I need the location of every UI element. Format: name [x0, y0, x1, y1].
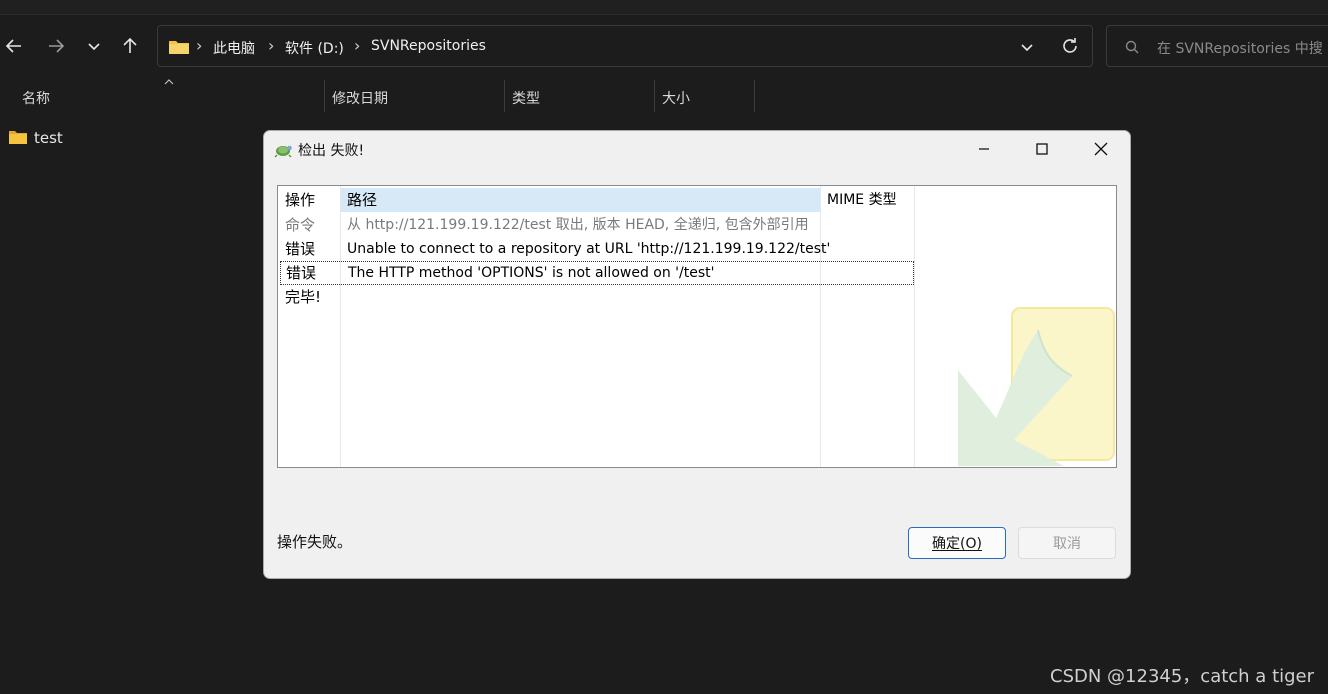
ok-button-label: 确定(O): [932, 536, 982, 552]
breadcrumb-svnrepositories[interactable]: SVNRepositories: [371, 38, 486, 54]
column-header-type[interactable]: 类型: [512, 88, 540, 108]
chevron-down-icon: [88, 43, 100, 51]
column-divider: [914, 186, 915, 467]
ok-button[interactable]: 确定(O): [908, 527, 1006, 559]
back-button[interactable]: [0, 32, 28, 60]
folder-icon: [9, 131, 27, 144]
up-button[interactable]: [116, 32, 144, 60]
column-divider[interactable]: [504, 80, 505, 112]
breadcrumb-this-pc[interactable]: 此电脑: [213, 38, 255, 58]
forward-arrow-icon: [49, 39, 65, 53]
row-action: 错误: [285, 240, 316, 258]
file-list-item[interactable]: test: [8, 126, 248, 150]
status-text: 操作失败。: [277, 533, 353, 551]
row-action: 完毕!: [285, 288, 322, 306]
column-header-path[interactable]: 路径: [341, 188, 820, 212]
result-row[interactable]: 完毕!: [278, 285, 914, 309]
dialog-title: 检出 失败!: [298, 143, 365, 159]
column-header-name[interactable]: 名称: [22, 88, 50, 108]
folder-icon: [169, 41, 189, 54]
breadcrumb-drive-d[interactable]: 软件 (D:): [285, 38, 344, 58]
column-header-mime-type[interactable]: MIME 类型: [827, 188, 897, 212]
success-check-watermark-icon: [958, 307, 1115, 466]
column-divider[interactable]: [324, 80, 325, 112]
back-arrow-icon: [5, 39, 21, 53]
refresh-icon[interactable]: [1061, 37, 1079, 55]
checkout-failed-dialog: 检出 失败! 操作 路径 MIME 类型 命令 从 http://121.199…: [263, 130, 1131, 579]
row-path: The HTTP method 'OPTIONS' is not allowed…: [348, 265, 715, 281]
result-row[interactable]: 错误 Unable to connect to a repository at …: [278, 237, 914, 261]
minimize-button[interactable]: [964, 135, 1004, 163]
row-action: 错误: [286, 264, 317, 282]
tortoise-icon: [274, 145, 292, 158]
column-header-action[interactable]: 操作: [285, 188, 315, 212]
address-bar[interactable]: › 此电脑 › 软件 (D:) › SVNRepositories: [157, 25, 1093, 67]
search-icon: [1125, 40, 1139, 54]
cancel-button-label: 取消: [1053, 536, 1081, 552]
row-path: Unable to connect to a repository at URL…: [347, 241, 831, 257]
row-path: 从 http://121.199.19.122/test 取出, 版本 HEAD…: [347, 217, 809, 233]
csdn-watermark: CSDN @12345，catch a tiger: [1050, 666, 1315, 687]
cancel-button[interactable]: 取消: [1018, 527, 1116, 559]
sort-ascending-icon: [164, 79, 174, 85]
recent-locations-button[interactable]: [80, 32, 108, 60]
column-header-size[interactable]: 大小: [662, 88, 690, 108]
maximize-icon: [1036, 143, 1048, 155]
result-row-focused[interactable]: 错误 The HTTP method 'OPTIONS' is not allo…: [280, 261, 914, 285]
maximize-button[interactable]: [1022, 135, 1062, 163]
address-dropdown-chevron-icon[interactable]: [1020, 40, 1034, 54]
close-button[interactable]: [1081, 135, 1121, 163]
breadcrumb-separator-icon: ›: [268, 36, 275, 55]
search-box[interactable]: 在 SVNRepositories 中搜: [1106, 25, 1328, 67]
search-placeholder: 在 SVNRepositories 中搜: [1157, 41, 1323, 57]
column-divider[interactable]: [754, 80, 755, 112]
dialog-title-bar[interactable]: 检出 失败!: [264, 131, 1130, 167]
column-divider[interactable]: [654, 80, 655, 112]
column-header-date-modified[interactable]: 修改日期: [332, 88, 388, 108]
row-action: 命令: [285, 216, 316, 234]
file-name: test: [34, 129, 63, 147]
column-header-path-label: 路径: [347, 191, 378, 209]
breadcrumb-separator-icon: ›: [354, 36, 361, 55]
breadcrumb-separator-icon: ›: [196, 36, 203, 55]
results-list[interactable]: 操作 路径 MIME 类型 命令 从 http://121.199.19.122…: [277, 185, 1117, 468]
result-row[interactable]: 命令 从 http://121.199.19.122/test 取出, 版本 H…: [278, 213, 914, 237]
window-top-strip: [0, 0, 1328, 15]
minimize-icon: [979, 148, 989, 150]
up-arrow-icon: [123, 37, 137, 53]
close-icon: [1094, 142, 1108, 156]
forward-button[interactable]: [42, 32, 70, 60]
